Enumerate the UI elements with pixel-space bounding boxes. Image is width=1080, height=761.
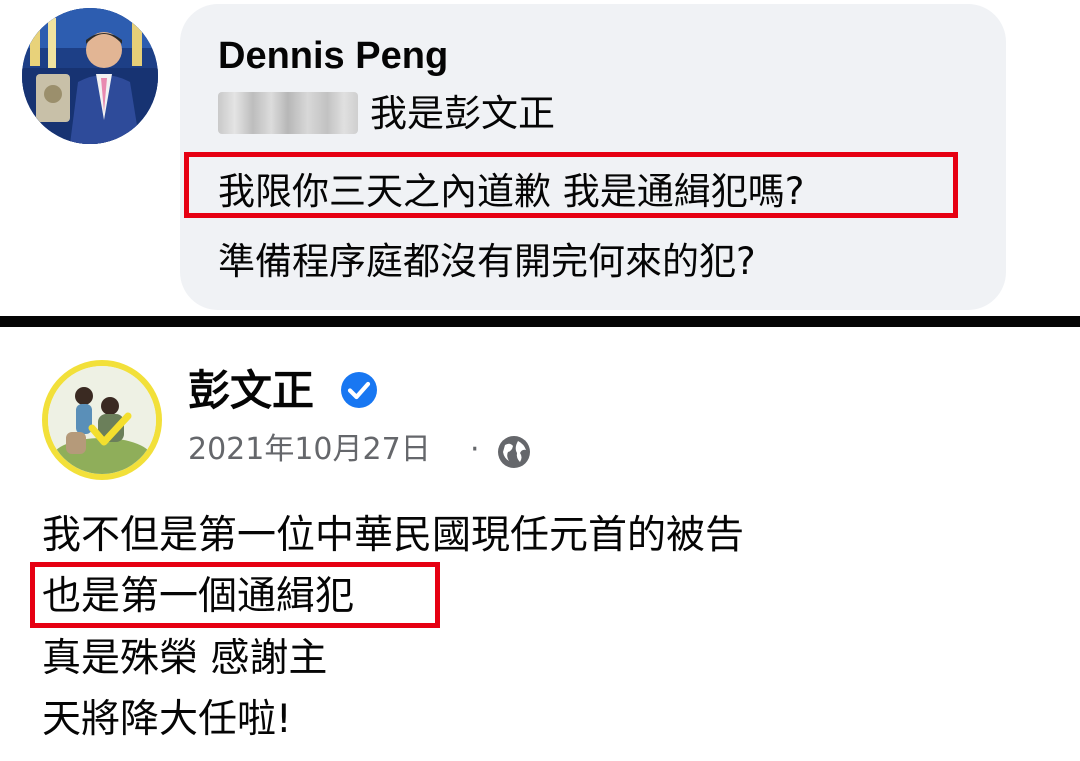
commenter-name[interactable]: Dennis Peng <box>218 32 448 80</box>
highlight-box-comment <box>184 152 958 218</box>
blurred-mention <box>218 92 358 134</box>
comment-panel: Dennis Peng 我是彭文正 我限你三天之內道歉 我是通緝犯嗎? 準備程序… <box>0 0 1080 316</box>
poster-name[interactable]: 彭文正 <box>188 364 314 418</box>
comment-line-1: 我是彭文正 <box>370 92 555 135</box>
section-divider <box>0 316 1080 327</box>
commenter-avatar[interactable] <box>22 8 158 144</box>
comment-line-3: 準備程序庭都沒有開完何來的犯? <box>218 240 756 283</box>
verified-badge-icon <box>341 372 377 408</box>
post-line-4: 天將降大任啦! <box>42 697 292 742</box>
meta-separator: · <box>470 432 480 467</box>
post-line-1: 我不但是第一位中華民國現任元首的被告 <box>42 513 745 558</box>
globe-icon[interactable] <box>496 434 532 470</box>
poster-avatar[interactable] <box>42 360 162 480</box>
post-line-3: 真是殊榮 感謝主 <box>42 636 328 681</box>
post-timestamp[interactable]: 2021年10月27日 <box>188 430 431 470</box>
highlight-box-post <box>30 562 440 628</box>
